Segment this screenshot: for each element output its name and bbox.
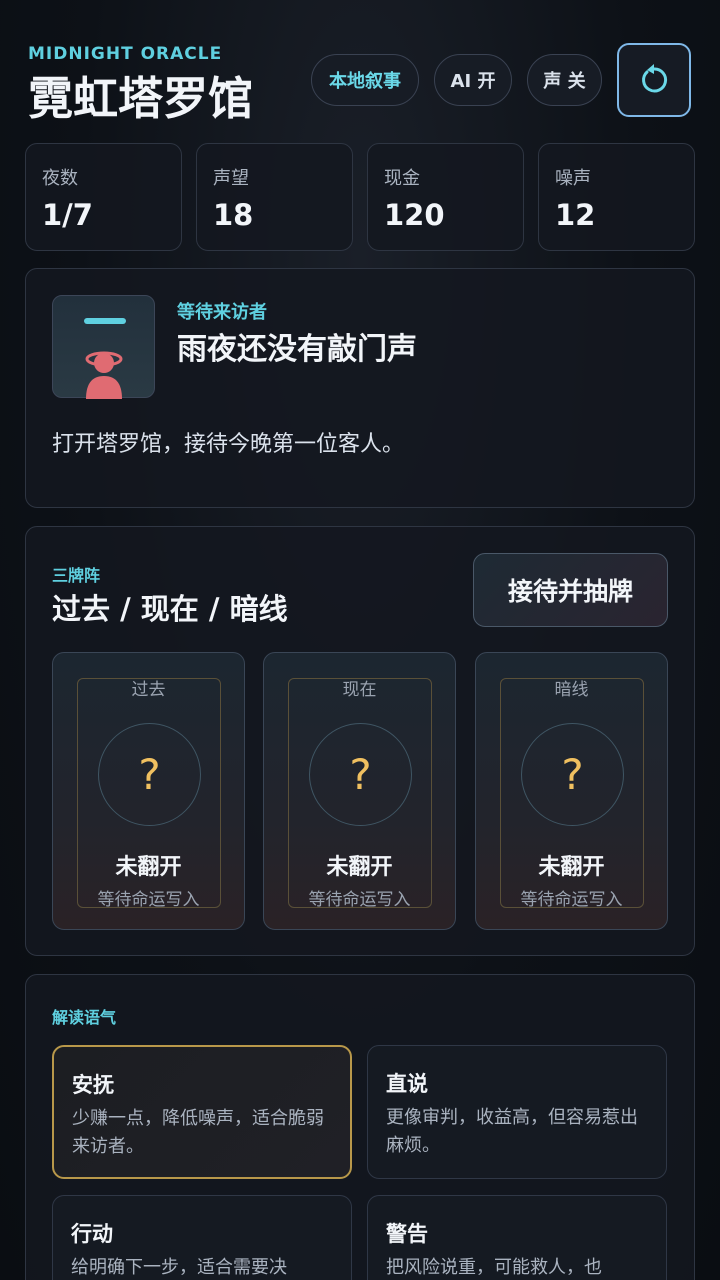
tone-option-desc: 给明确下一步，适合需要决	[71, 1257, 287, 1278]
card-state: 未翻开	[538, 855, 605, 880]
visitor-silhouette-icon	[84, 318, 126, 399]
visitor-description: 打开塔罗馆，接待今晚第一位客人。	[52, 432, 405, 457]
card-position: 暗线	[554, 680, 589, 700]
card-state: 未翻开	[115, 855, 182, 880]
sound-toggle-button[interactable]: 声 关	[527, 54, 602, 106]
card-mystery-icon: ?	[309, 723, 412, 826]
stat-value: 120	[384, 198, 445, 232]
spread-title: 过去 / 现在 / 暗线	[52, 592, 288, 626]
stat-cash: 现金 120	[367, 143, 524, 251]
stat-value: 12	[555, 198, 596, 232]
narrative-mode-button[interactable]: 本地叙事	[311, 54, 419, 106]
tone-option-action[interactable]: 行动 给明确下一步，适合需要决	[52, 1195, 352, 1280]
restart-icon	[642, 64, 668, 93]
tarot-card-past[interactable]: 过去 ? 未翻开 等待命运写入	[52, 652, 245, 930]
brand-subtitle: MIDNIGHT ORACLE	[28, 44, 223, 64]
tone-option-desc: 更像审判，收益高，但容易惹出麻烦。	[386, 1107, 638, 1156]
stat-label: 现金	[384, 168, 420, 189]
spread-eyebrow: 三牌阵	[52, 566, 101, 585]
visitor-avatar	[52, 295, 155, 399]
stat-label: 夜数	[42, 168, 78, 189]
card-mystery-icon: ?	[521, 723, 624, 826]
stat-label: 噪声	[555, 168, 591, 189]
stat-label: 声望	[213, 168, 249, 189]
tone-option-desc: 少赚一点，降低噪声，适合脆弱来访者。	[72, 1108, 324, 1157]
app-title: 霓虹塔罗馆	[28, 72, 254, 125]
ai-toggle-button[interactable]: AI 开	[434, 54, 512, 106]
tarot-card-present[interactable]: 现在 ? 未翻开 等待命运写入	[263, 652, 456, 930]
tone-option-title: 行动	[71, 1222, 113, 1246]
visitor-title: 雨夜还没有敲门声	[177, 332, 417, 367]
draw-cards-button[interactable]: 接待并抽牌	[473, 553, 668, 627]
stat-reputation: 声望 18	[196, 143, 353, 251]
tone-option-title: 警告	[386, 1222, 428, 1246]
card-position: 现在	[342, 680, 377, 700]
visitor-status: 等待来访者	[177, 302, 267, 323]
tarot-card-hidden[interactable]: 暗线 ? 未翻开 等待命运写入	[475, 652, 668, 930]
stat-night: 夜数 1/7	[25, 143, 182, 251]
card-state: 未翻开	[326, 855, 393, 880]
card-mystery-icon: ?	[98, 723, 201, 826]
card-hint: 等待命运写入	[97, 890, 200, 910]
stat-value: 18	[213, 198, 254, 232]
tone-eyebrow: 解读语气	[52, 1008, 117, 1027]
card-hint: 等待命运写入	[308, 890, 411, 910]
tone-option-title: 安抚	[72, 1073, 114, 1097]
tone-option-desc: 把风险说重，可能救人，也	[386, 1257, 602, 1278]
card-position: 过去	[131, 680, 166, 700]
stat-value: 1/7	[42, 198, 93, 232]
stat-noise: 噪声 12	[538, 143, 695, 251]
tone-option-blunt[interactable]: 直说 更像审判，收益高，但容易惹出麻烦。	[367, 1045, 667, 1179]
tone-option-soothe[interactable]: 安抚 少赚一点，降低噪声，适合脆弱来访者。	[52, 1045, 352, 1179]
restart-button[interactable]	[617, 43, 691, 117]
card-hint: 等待命运写入	[520, 890, 623, 910]
tone-option-warn[interactable]: 警告 把风险说重，可能救人，也	[367, 1195, 667, 1280]
tone-option-title: 直说	[386, 1072, 428, 1096]
